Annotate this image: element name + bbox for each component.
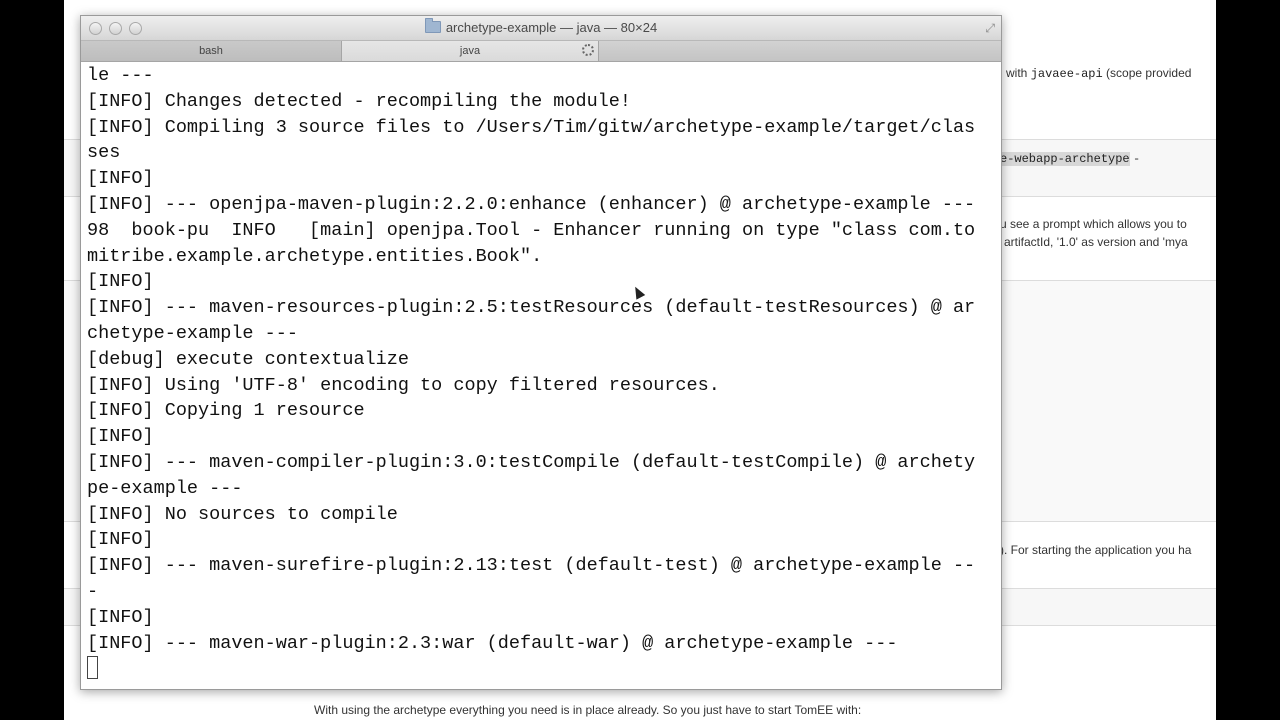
tab-label: bash xyxy=(199,45,223,57)
terminal-line: [INFO] Changes detected - recompiling th… xyxy=(87,90,631,112)
terminal-line: chetype-example --- xyxy=(87,322,298,344)
terminal-line: [INFO] Copying 1 resource xyxy=(87,400,365,422)
folder-icon xyxy=(424,18,441,33)
doc-text-line: artifactId, '1.0' as version and 'mya xyxy=(1004,235,1188,249)
terminal-line: le --- xyxy=(87,65,154,86)
terminal-line: [INFO] xyxy=(87,529,154,551)
title-bar[interactable]: archetype-example — java — 80×24 ⤢ xyxy=(81,16,1001,41)
terminal-line: pe-example --- xyxy=(87,477,243,499)
doc-text-line: ). For starting the application you ha xyxy=(1000,543,1192,557)
fullscreen-icon[interactable]: ⤢ xyxy=(985,21,995,36)
terminal-line: 98 book-pu INFO [main] openjpa.Tool - En… xyxy=(87,219,976,241)
doc-text-line: l with javaee-api (scope provided xyxy=(1000,66,1192,81)
doc-bottom-text: With using the archetype everything you … xyxy=(314,703,862,717)
tab-label: java xyxy=(459,45,481,57)
terminal-output[interactable]: le --- [INFO] Changes detected - recompil… xyxy=(87,63,997,687)
terminal-line: [INFO] --- maven-war-plugin:2.3:war (def… xyxy=(87,632,898,654)
doc-text-line: u see a prompt which allows you to xyxy=(1000,217,1187,231)
terminal-line: mitribe.example.archetype.entities.Book"… xyxy=(87,245,543,267)
terminal-line: [INFO] --- openjpa-maven-plugin:2.2.0:en… xyxy=(87,193,976,215)
activity-spinner-icon xyxy=(582,44,594,56)
terminal-line: [debug] execute contextualize xyxy=(87,348,409,370)
terminal-line: [INFO] --- maven-surefire-plugin:2.13:te… xyxy=(87,555,976,577)
terminal-window[interactable]: archetype-example — java — 80×24 ⤢ bash … xyxy=(80,15,1002,690)
doc-code-line: e-webapp-archetype - xyxy=(1000,152,1141,166)
tab-bash[interactable]: bash xyxy=(81,41,342,61)
terminal-line: [INFO] --- maven-resources-plugin:2.5:te… xyxy=(87,297,976,319)
terminal-line: [INFO] No sources to compile xyxy=(87,503,398,525)
terminal-line: [INFO] Compiling 3 source files to /User… xyxy=(87,116,976,138)
terminal-line: [INFO] xyxy=(87,271,154,293)
terminal-line: - xyxy=(87,580,99,602)
doc-inline-code: javaee-api xyxy=(1030,67,1103,81)
terminal-line: [INFO] Using 'UTF-8' encoding to copy fi… xyxy=(87,374,720,396)
tab-java[interactable]: java xyxy=(342,41,599,61)
text-cursor xyxy=(87,656,98,680)
terminal-line: [INFO] xyxy=(87,606,154,628)
terminal-line: ses xyxy=(87,142,121,164)
window-title: archetype-example — java — 80×24 xyxy=(445,20,658,35)
terminal-prompt-line xyxy=(87,656,997,682)
terminal-line: [INFO] xyxy=(87,168,154,190)
window-title-group: archetype-example — java — 80×24 xyxy=(81,18,1001,35)
terminal-line: [INFO] xyxy=(87,426,154,448)
tab-bar: bash java xyxy=(81,41,1001,62)
terminal-line: [INFO] --- maven-compiler-plugin:3.0:tes… xyxy=(87,451,976,473)
